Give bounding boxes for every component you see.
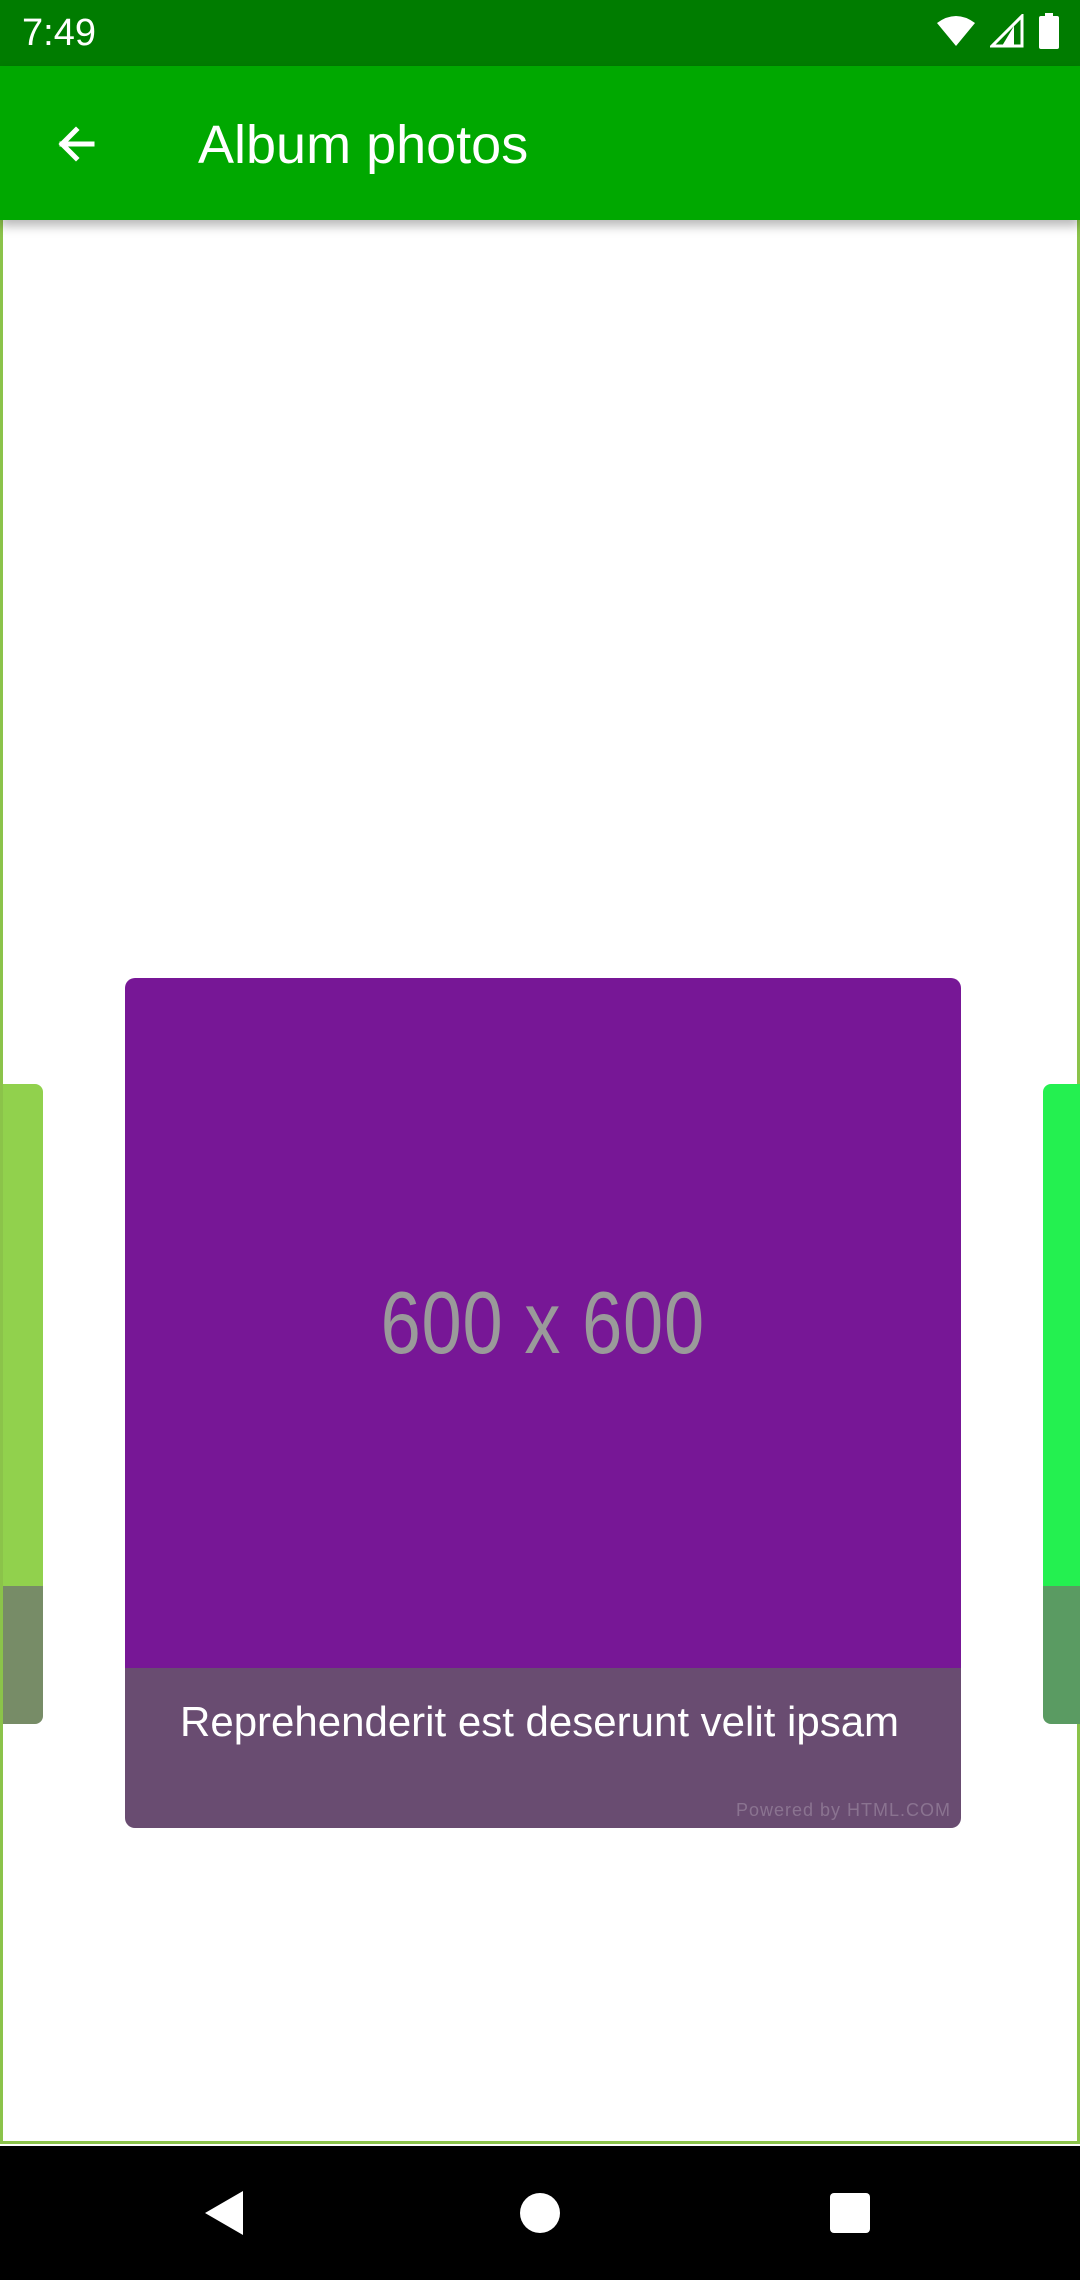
signal-icon	[988, 11, 1024, 53]
nav-recents-button[interactable]	[817, 2180, 883, 2246]
previous-photo-caption-bar	[3, 1586, 43, 1724]
next-photo-caption-bar	[1043, 1586, 1080, 1724]
status-time: 7:49	[22, 12, 96, 54]
photo-caption-bar: Reprehenderit est deserunt velit ipsam P…	[125, 1668, 961, 1828]
screen: 7:49 Album photos 600 x 600 Reprehenderi…	[0, 0, 1080, 2280]
current-photo-image: 600 x 600	[125, 978, 961, 1668]
previous-photo-card[interactable]	[3, 1084, 43, 1724]
home-circle-icon	[520, 2193, 560, 2233]
photo-carousel[interactable]: 600 x 600 Reprehenderit est deserunt vel…	[0, 220, 1080, 2144]
current-photo-card[interactable]: 600 x 600 Reprehenderit est deserunt vel…	[125, 978, 961, 1828]
nav-back-button[interactable]	[192, 2180, 258, 2246]
page-title: Album photos	[198, 115, 529, 175]
status-bar: 7:49	[0, 0, 1080, 66]
next-photo-image	[1043, 1084, 1080, 1586]
previous-photo-image	[3, 1084, 43, 1586]
battery-icon	[1038, 12, 1060, 54]
next-photo-card[interactable]	[1043, 1084, 1080, 1724]
arrow-back-icon	[58, 126, 95, 162]
photo-caption: Reprehenderit est deserunt velit ipsam	[180, 1698, 900, 1745]
status-icons	[936, 11, 1060, 54]
back-triangle-icon	[205, 2191, 243, 2235]
system-navigation-bar	[0, 2146, 1080, 2280]
back-button[interactable]	[38, 106, 114, 182]
recents-square-icon	[830, 2193, 870, 2233]
image-watermark: Powered by HTML.COM	[735, 1800, 951, 1820]
app-bar: Album photos	[0, 66, 1080, 220]
wifi-icon	[936, 15, 976, 52]
nav-home-button[interactable]	[507, 2180, 573, 2246]
image-placeholder-label: 600 x 600	[380, 1273, 706, 1372]
